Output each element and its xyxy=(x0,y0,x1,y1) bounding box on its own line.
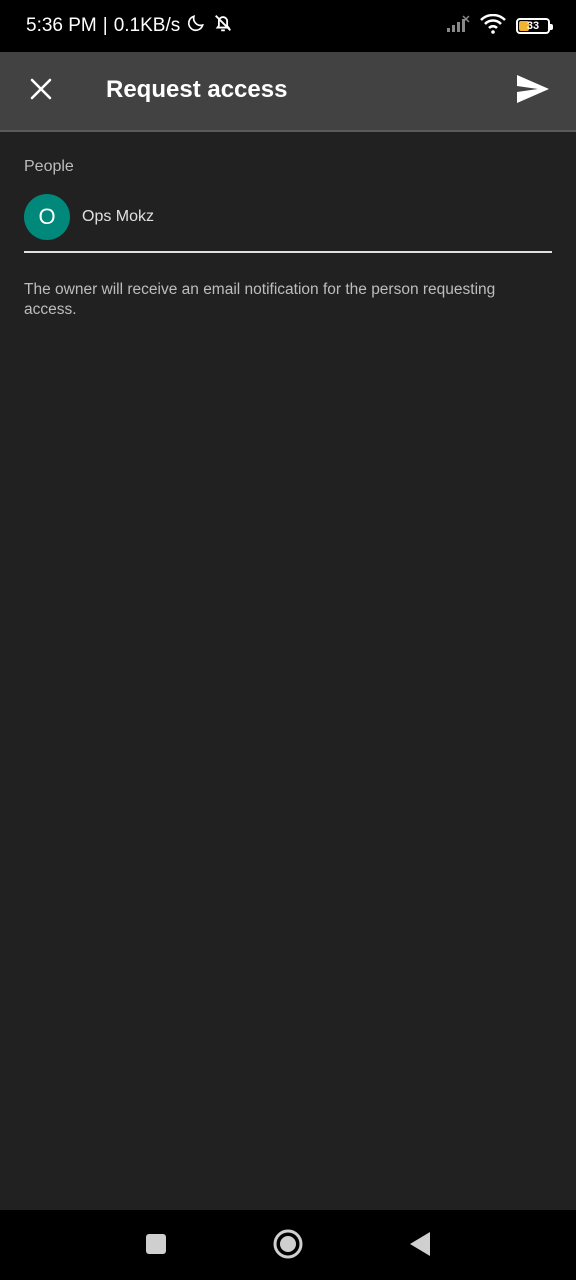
helper-text: The owner will receive an email notifica… xyxy=(24,281,496,318)
status-right: 33 xyxy=(446,13,553,39)
avatar: O xyxy=(24,194,70,240)
battery-icon: 33 xyxy=(516,18,553,34)
status-separator: | xyxy=(102,15,108,36)
status-time: 5:36 PM xyxy=(26,15,97,36)
recent-apps-icon xyxy=(145,1233,167,1260)
recent-apps-button[interactable] xyxy=(136,1226,176,1266)
bell-off-icon xyxy=(212,12,234,40)
battery-level: 33 xyxy=(526,20,540,32)
signal-icon xyxy=(446,14,470,38)
back-icon xyxy=(408,1231,432,1262)
home-button[interactable] xyxy=(268,1226,308,1266)
people-field-underline xyxy=(24,251,552,253)
back-button[interactable] xyxy=(400,1226,440,1266)
status-bar: 5:36 PM | 0.1KB/s 33 xyxy=(0,0,576,52)
status-left: 5:36 PM | 0.1KB/s xyxy=(26,12,234,40)
close-icon xyxy=(29,77,53,106)
close-button[interactable] xyxy=(18,68,64,114)
send-icon xyxy=(516,74,550,109)
moon-icon xyxy=(186,13,206,39)
navigation-bar xyxy=(0,1210,576,1280)
home-icon xyxy=(272,1228,304,1265)
app-bar: Request access xyxy=(0,52,576,132)
send-button[interactable] xyxy=(510,68,556,114)
wifi-icon xyxy=(480,13,506,39)
network-speed: 0.1KB/s xyxy=(113,15,181,36)
person-name: Ops Mokz xyxy=(82,208,155,225)
person-chip[interactable]: O Ops Mokz xyxy=(24,194,154,240)
people-label: People xyxy=(24,158,74,175)
page-title: Request access xyxy=(106,76,288,103)
